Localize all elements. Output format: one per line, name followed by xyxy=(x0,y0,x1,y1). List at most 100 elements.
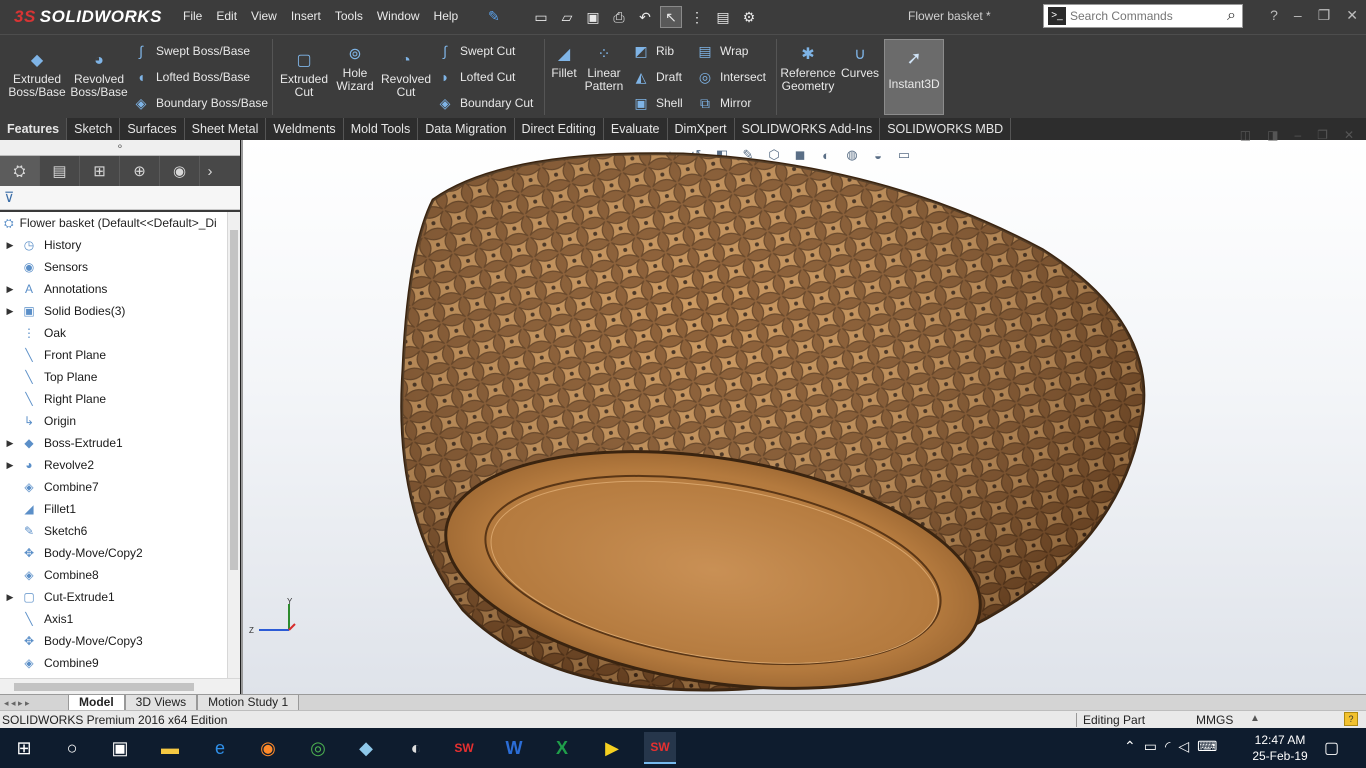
tree-item[interactable]: ◈ Combine7 xyxy=(0,476,227,498)
swept-boss-button[interactable]: ∫ Swept Boss/Base xyxy=(132,42,250,60)
battery-icon[interactable]: ▭ xyxy=(1144,738,1157,755)
tab-weldments[interactable]: Weldments xyxy=(266,118,344,140)
tree-item[interactable]: ↳ Origin xyxy=(0,410,227,432)
keyboard-icon[interactable]: ⌨ xyxy=(1197,738,1217,755)
swept-cut-button[interactable]: ∫ Swept Cut xyxy=(436,42,515,60)
new-document-icon[interactable]: ▭ xyxy=(530,6,552,28)
quick-tips-icon[interactable]: ? xyxy=(1344,712,1358,726)
solidworks-taskbar-icon[interactable]: SW xyxy=(448,732,480,764)
expand-arrow-icon[interactable]: ▶ xyxy=(0,284,20,295)
tree-item[interactable]: ╲ Top Plane xyxy=(0,366,227,388)
photoview-icon[interactable]: ◐ xyxy=(400,732,432,764)
linear-pattern-button[interactable]: ⁘ Linear Pattern xyxy=(582,43,626,93)
lofted-cut-button[interactable]: ◗ Lofted Cut xyxy=(436,68,516,86)
expand-arrow-icon[interactable]: ▶ xyxy=(0,460,20,471)
cortana-icon[interactable]: ○ xyxy=(56,732,88,764)
tab-features[interactable]: Features xyxy=(0,118,68,140)
tree-item[interactable]: ╲ Axis1 xyxy=(0,608,227,630)
instant3d-button[interactable]: ➚ Instant3D xyxy=(884,39,944,115)
tree-item[interactable]: ╲ Right Plane xyxy=(0,388,227,410)
expand-pane-icon[interactable]: › xyxy=(200,156,220,186)
intersect-button[interactable]: ◎ Intersect xyxy=(696,68,766,86)
menu-file[interactable]: File xyxy=(176,9,209,23)
rib-button[interactable]: ◩ Rib xyxy=(632,42,674,60)
action-center-icon[interactable]: ▢ xyxy=(1324,738,1339,758)
tree-item[interactable]: ▶ ◷ History xyxy=(0,234,227,256)
tab-addins[interactable]: SOLIDWORKS Add-Ins xyxy=(735,118,881,140)
select-cursor-icon[interactable]: ↖ xyxy=(660,6,682,28)
menu-window[interactable]: Window xyxy=(370,9,427,23)
tab-model[interactable]: Model xyxy=(68,695,125,710)
hole-wizard-button[interactable]: ⊚ Hole Wizard xyxy=(330,43,380,93)
revolved-cut-button[interactable]: ◔ Revolved Cut xyxy=(380,49,432,99)
file-properties-icon[interactable]: ▤ xyxy=(712,6,734,28)
tree-item[interactable]: ⋮ Oak xyxy=(0,322,227,344)
units-system[interactable]: MMGS xyxy=(1196,713,1233,727)
undo-icon[interactable]: ↶ xyxy=(634,6,656,28)
display-manager-icon[interactable]: ◉ xyxy=(160,156,200,186)
tree-horizontal-scrollbar[interactable] xyxy=(0,678,240,694)
menu-tools[interactable]: Tools xyxy=(328,9,370,23)
tray-chevron-icon[interactable]: ⌃ xyxy=(1124,738,1136,755)
boundary-cut-button[interactable]: ◈ Boundary Cut xyxy=(436,94,534,112)
tab-sheet-metal[interactable]: Sheet Metal xyxy=(185,118,267,140)
wrap-button[interactable]: ▤ Wrap xyxy=(696,42,748,60)
flower-basket-model[interactable] xyxy=(243,140,1366,694)
expand-arrow-icon[interactable]: ▶ xyxy=(0,240,20,251)
close-icon[interactable]: ✕ xyxy=(1346,7,1358,24)
reference-geometry-button[interactable]: ✱ Reference Geometry xyxy=(780,43,836,93)
solidworks-logo[interactable]: 3S SOLIDWORKS xyxy=(14,7,162,27)
search-commands[interactable]: >_ ⌕ xyxy=(1043,4,1243,28)
tab-surfaces[interactable]: Surfaces xyxy=(120,118,185,140)
media-player-icon[interactable]: ▶ xyxy=(596,732,628,764)
tree-item[interactable]: ◈ Combine8 xyxy=(0,564,227,586)
pane-grip[interactable]: ⚬ xyxy=(0,140,240,156)
menu-edit[interactable]: Edit xyxy=(209,9,244,23)
boundary-boss-button[interactable]: ◈ Boundary Boss/Base xyxy=(132,94,268,112)
tab-data-migration[interactable]: Data Migration xyxy=(418,118,515,140)
search-input[interactable] xyxy=(1070,9,1200,23)
menu-insert[interactable]: Insert xyxy=(284,9,328,23)
tree-root[interactable]: ⛭ Flower basket (Default<<Default>_Di xyxy=(0,212,227,234)
menu-help[interactable]: Help xyxy=(427,9,466,23)
expand-arrow-icon[interactable]: ▶ xyxy=(0,306,20,317)
tab-mold-tools[interactable]: Mold Tools xyxy=(344,118,419,140)
tree-item[interactable]: ✥ Body-Move/Copy2 xyxy=(0,542,227,564)
fillet-button[interactable]: ◢ Fillet xyxy=(548,43,580,80)
tree-item[interactable]: ╲ Front Plane xyxy=(0,344,227,366)
tab-sketch[interactable]: Sketch xyxy=(67,118,121,140)
dimxpert-manager-icon[interactable]: ⊕ xyxy=(120,156,160,186)
rebuild-traffic-light-icon[interactable]: ⋮ xyxy=(686,6,708,28)
tree-item[interactable]: ▶ ▣ Solid Bodies(3) xyxy=(0,300,227,322)
draft-button[interactable]: ◭ Draft xyxy=(632,68,682,86)
tree-item[interactable]: ▶ A Annotations xyxy=(0,278,227,300)
taskbar-clock[interactable]: 12:47 AM 25-Feb-19 xyxy=(1252,732,1308,764)
open-icon[interactable]: ▱ xyxy=(556,6,578,28)
options-gear-icon[interactable]: ⚙ xyxy=(738,6,760,28)
tree-item[interactable]: ▶ ▢ Cut-Extrude1 xyxy=(0,586,227,608)
lofted-boss-button[interactable]: ◖ Lofted Boss/Base xyxy=(132,68,250,86)
search-icon[interactable]: ⌕ xyxy=(1227,7,1236,25)
property-manager-icon[interactable]: ▤ xyxy=(40,156,80,186)
tree-item[interactable]: ✥ Body-Move/Copy3 xyxy=(0,630,227,652)
revolved-boss-button[interactable]: ◕ Revolved Boss/Base xyxy=(70,49,127,99)
tab-dimxpert[interactable]: DimXpert xyxy=(668,118,735,140)
menu-view[interactable]: View xyxy=(244,9,284,23)
expand-arrow-icon[interactable]: ▶ xyxy=(0,592,20,603)
shell-button[interactable]: ▣ Shell xyxy=(632,94,682,112)
tree-item[interactable]: ▶ ◕ Revolve2 xyxy=(0,454,227,476)
tree-item[interactable]: ✎ Sketch6 xyxy=(0,520,227,542)
tab-scroll-arrows-icon[interactable]: ◂ ◂ ▸ ▸ xyxy=(0,695,68,711)
expand-arrow-icon[interactable]: ▶ xyxy=(0,438,20,449)
notes-app-icon[interactable]: ◆ xyxy=(350,732,382,764)
file-explorer-icon[interactable]: ▬ xyxy=(154,732,186,764)
windows-start-icon[interactable]: ⊞ xyxy=(8,732,40,764)
tab-3d-views[interactable]: 3D Views xyxy=(124,695,198,710)
task-view-icon[interactable]: ▣ xyxy=(104,732,136,764)
edge-icon[interactable]: e xyxy=(204,732,236,764)
tree-vertical-scrollbar[interactable] xyxy=(227,212,240,678)
tab-direct-editing[interactable]: Direct Editing xyxy=(515,118,604,140)
firefox-icon[interactable]: ◉ xyxy=(252,732,284,764)
configuration-manager-icon[interactable]: ⊞ xyxy=(80,156,120,186)
print-icon[interactable]: ⎙ xyxy=(608,6,630,28)
